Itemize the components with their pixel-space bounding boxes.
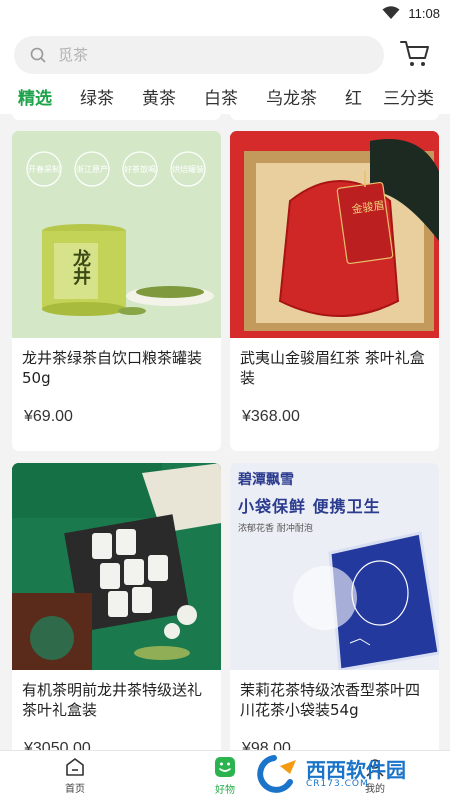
search-input[interactable]	[58, 46, 358, 64]
product-card[interactable]: 开春采制 浙江原产 好茶饭喝 烘焙罐装 龙井 龙井茶绿茶自饮口粮茶罐装50g ¥…	[12, 131, 221, 451]
product-image-jinjunmei: 金骏眉	[230, 131, 439, 338]
tab-green-tea[interactable]: 绿茶	[80, 84, 114, 109]
watermark-url: CR173.COM	[306, 778, 369, 789]
nav-home-label: 首页	[65, 784, 85, 795]
smile-bag-icon	[215, 757, 235, 777]
product-price: ¥3050.00	[24, 740, 91, 750]
red-gift-box-illustration	[230, 131, 439, 338]
category-label: 三分类	[383, 88, 434, 109]
product-image-organic-longjing	[12, 463, 221, 670]
product-image-longjing: 开春采制 浙江原产 好茶饭喝 烘焙罐装 龙井	[12, 131, 221, 338]
search-bar[interactable]	[14, 36, 384, 74]
product-name: 武夷山金骏眉红茶 茶叶礼盒装	[240, 349, 425, 387]
watermark-logo-icon	[257, 755, 296, 793]
product-name: 有机茶明前龙井茶特级送礼茶叶礼盒装	[22, 681, 203, 719]
product-card[interactable]: 金骏眉 武夷山金骏眉红茶 茶叶礼盒装 ¥368.00	[230, 131, 439, 451]
site-watermark: 西西软件园 CR173.COM	[252, 752, 432, 796]
nav-home[interactable]: 首页	[0, 751, 150, 800]
tab-yellow-tea[interactable]: 黄茶	[142, 84, 176, 109]
header: 精选 绿茶 黄茶 白茶 乌龙茶 红 三分类	[0, 26, 450, 114]
nav-goods-label: 好物	[215, 785, 235, 796]
product-price: ¥98.00	[242, 740, 291, 750]
tab-red-tea[interactable]: 红	[345, 84, 362, 109]
longjing-can-illustration	[12, 131, 221, 338]
cart-icon	[400, 41, 429, 66]
green-gift-box-illustration	[12, 463, 221, 670]
badge: 开春采制	[28, 165, 60, 174]
product-image-jasmine: 碧潭飘雪 小袋保鲜 便携卫生 浓郁花香 耐冲耐泡	[230, 463, 439, 670]
product-name: 龙井茶绿茶自饮口粮茶罐装50g	[22, 349, 203, 387]
category-menu-button[interactable]: 三分类	[377, 78, 434, 114]
banner-subtitle: 浓郁花香 耐冲耐泡	[238, 524, 313, 534]
previous-card-edge	[12, 114, 221, 120]
banner-brand: 碧潭飘雪	[238, 472, 294, 488]
tab-featured[interactable]: 精选	[18, 84, 52, 109]
wifi-icon	[382, 6, 400, 19]
can-label: 龙井	[70, 249, 91, 285]
product-name: 茉莉花茶特级浓香型茶叶四川花茶小袋装54g	[240, 681, 421, 719]
bottom-navigation: 首页 好物 我的 西西软件园 CR173.COM	[0, 750, 450, 800]
status-bar: 11:08	[0, 0, 450, 26]
product-price: ¥368.00	[242, 408, 300, 425]
badge: 烘焙罐装	[172, 165, 204, 174]
product-price: ¥69.00	[24, 408, 73, 425]
search-icon	[30, 47, 46, 63]
product-grid: 开春采制 浙江原产 好茶饭喝 烘焙罐装 龙井 龙井茶绿茶自饮口粮茶罐装50g ¥…	[0, 114, 450, 750]
product-card[interactable]: 有机茶明前龙井茶特级送礼茶叶礼盒装 ¥3050.00	[12, 463, 221, 750]
banner-slogan: 小袋保鲜 便携卫生	[238, 497, 381, 516]
home-icon	[66, 758, 84, 776]
badge: 好茶饭喝	[124, 165, 156, 174]
cart-button[interactable]	[398, 36, 432, 70]
tab-oolong[interactable]: 乌龙茶	[266, 84, 317, 109]
category-tabs: 精选 绿茶 黄茶 白茶 乌龙茶 红 三分类	[0, 78, 450, 114]
product-card[interactable]: 碧潭飘雪 小袋保鲜 便携卫生 浓郁花香 耐冲耐泡 茉莉花茶特级浓香型茶叶四川花茶…	[230, 463, 439, 750]
badge: 浙江原产	[76, 165, 108, 174]
watermark-title: 西西软件园	[306, 757, 406, 782]
previous-card-edge	[230, 114, 439, 120]
clock: 11:08	[408, 5, 440, 21]
tab-white-tea[interactable]: 白茶	[204, 84, 238, 109]
